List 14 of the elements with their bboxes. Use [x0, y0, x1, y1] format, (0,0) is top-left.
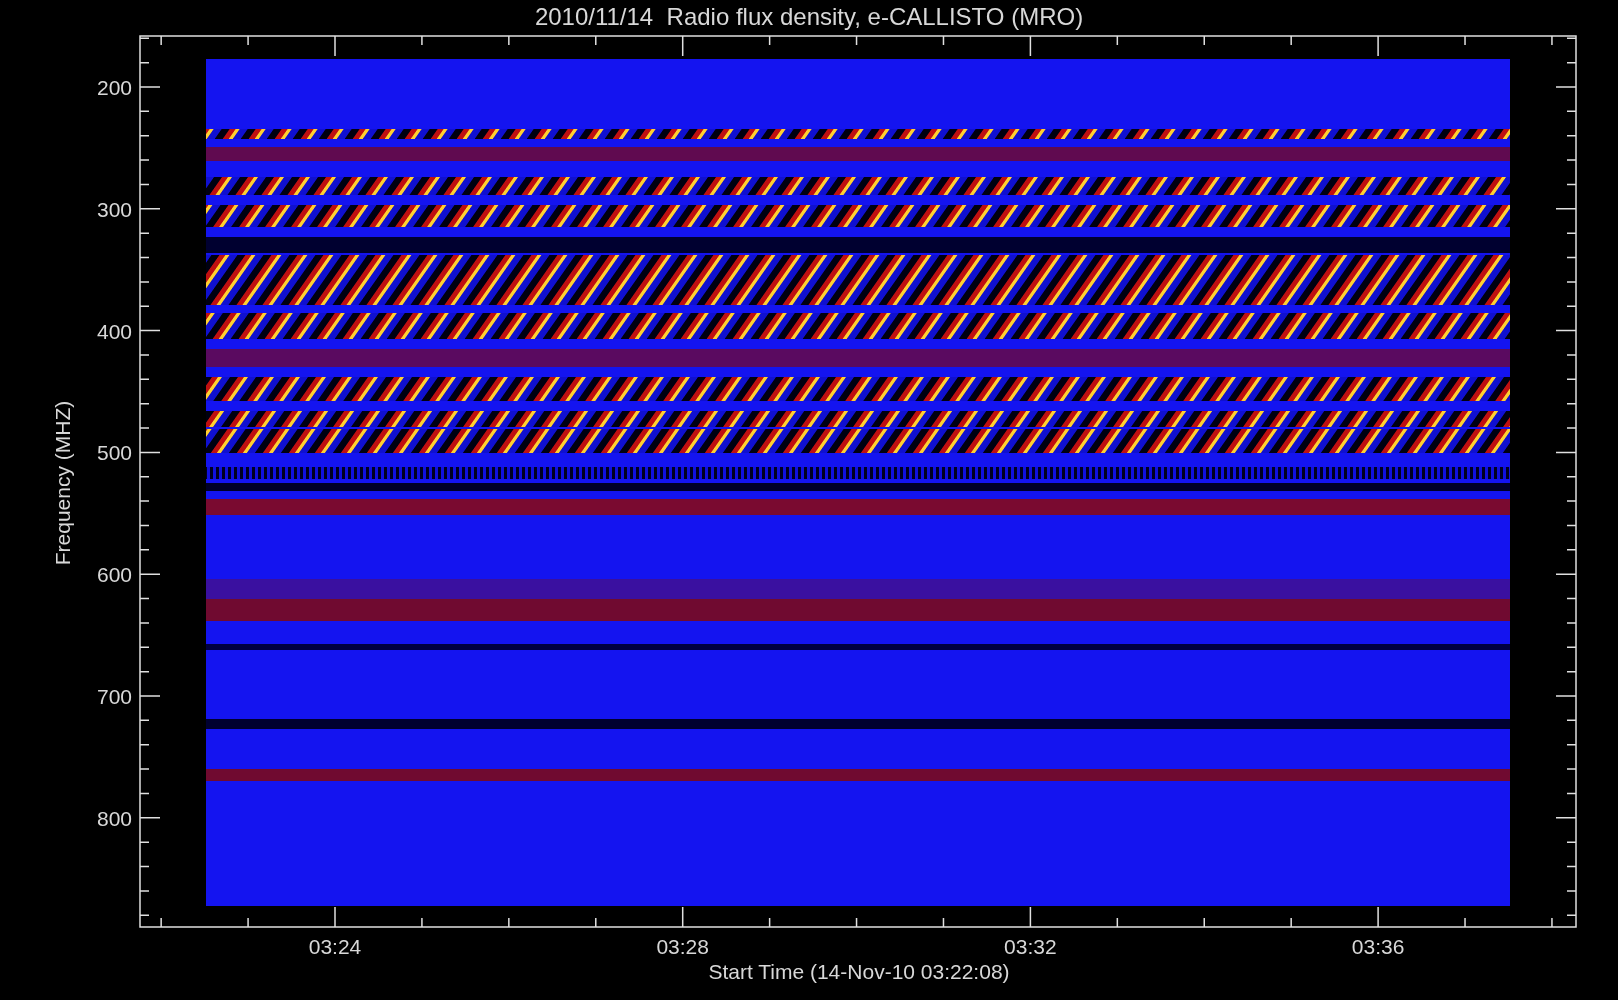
y-tick-label: 500	[96, 441, 132, 465]
y-tick-label: 700	[96, 685, 132, 708]
y-tick-label: 600	[96, 563, 132, 587]
chart-title: 2010/11/14 Radio flux density, e-CALLISTO (MRO)	[534, 3, 1084, 30]
y-tick-label: 800	[96, 806, 132, 830]
y-tick-label: 300	[96, 197, 132, 221]
x-tick-label: 03:32	[1004, 935, 1057, 958]
x-axis-label: Start Time (14-Nov-10 03:22:08)	[708, 960, 1010, 983]
x-tick-label: 03:28	[656, 935, 709, 958]
y-axis-label: Frequency (MHZ)	[51, 400, 74, 566]
y-tick-label: 200	[96, 76, 132, 99]
y-tick-label: 400	[96, 319, 132, 343]
x-tick-label: 03:36	[1351, 935, 1405, 958]
x-tick-label: 03:24	[308, 935, 362, 958]
